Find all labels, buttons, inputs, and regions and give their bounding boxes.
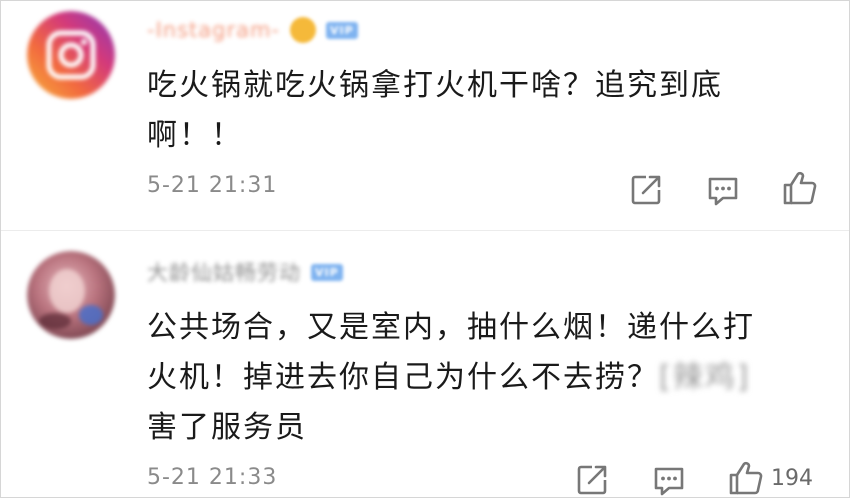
instagram-logo-icon[interactable] (27, 11, 115, 99)
reply-button[interactable] (705, 173, 741, 209)
username[interactable]: -Instagram- (147, 18, 280, 42)
like-button[interactable] (781, 169, 819, 207)
username-row: 大龄仙姑畅劳动 VIP (147, 255, 343, 289)
like-button[interactable]: 194 (727, 459, 813, 497)
comment-text-line: 火机！掉进去你自己为什么不去捞？[辣鸡] (147, 353, 755, 403)
username-row: -Instagram- VIP (147, 13, 358, 47)
comment-time: 5-21 21:31 (147, 173, 278, 198)
thumbs-up-icon (729, 461, 763, 495)
vip-badge: VIP (326, 21, 358, 39)
like-count: 194 (771, 465, 813, 491)
comment-text-line: 公共场合，又是室内，抽什么烟！递什么打 (147, 310, 755, 345)
comment-divider (1, 230, 849, 231)
comment-list: -Instagram- VIP 吃火锅就吃火锅拿打火机干啥？追究到底 啊！！ 5… (0, 0, 850, 498)
comment-text-line: 害了服务员 (147, 410, 307, 445)
share-icon (577, 465, 607, 495)
emoji-badge-icon (290, 17, 316, 43)
username[interactable]: 大龄仙姑畅劳动 (147, 257, 301, 287)
comment-time: 5-21 21:33 (147, 465, 278, 490)
comment-text: 吃火锅就吃火锅拿打火机干啥？追究到底 啊！！ (147, 61, 723, 161)
comment-text: 公共场合，又是室内，抽什么烟！递什么打 火机！掉进去你自己为什么不去捞？[辣鸡]… (147, 303, 755, 453)
comment-icon (654, 467, 684, 496)
reply-button[interactable] (651, 463, 687, 497)
vip-badge: VIP (311, 263, 343, 281)
comment-text-line: 吃火锅就吃火锅拿打火机干啥？追究到底 (147, 68, 723, 103)
share-icon (631, 175, 661, 205)
comment-icon (708, 177, 738, 206)
thumbs-up-icon (783, 171, 817, 205)
share-button[interactable] (629, 173, 663, 207)
share-button[interactable] (575, 463, 609, 497)
emoticon-blurred: [辣鸡] (659, 360, 751, 395)
comment-text-line: 啊！！ (147, 118, 243, 153)
comment-text-fragment: 火机！掉进去你自己为什么不去捞？ (147, 360, 659, 395)
user-avatar-icon[interactable] (27, 251, 115, 339)
